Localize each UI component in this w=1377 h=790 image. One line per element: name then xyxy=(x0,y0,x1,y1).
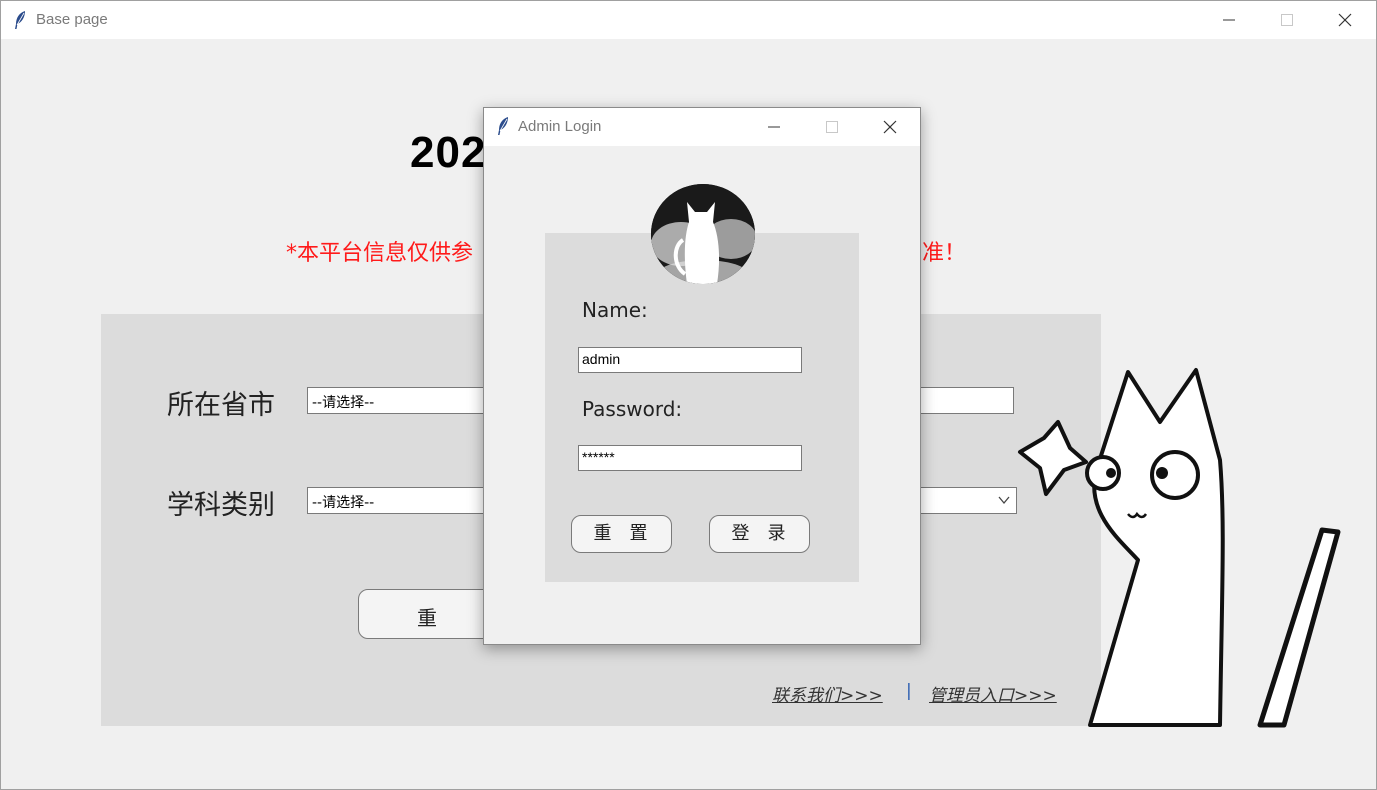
dialog-reset-button[interactable]: 重置 xyxy=(571,515,672,553)
close-icon xyxy=(1338,13,1352,27)
login-button[interactable]: 登录 xyxy=(709,515,810,553)
name-input[interactable]: admin xyxy=(578,347,802,373)
page-headline: 202 xyxy=(410,128,487,177)
notice-text: *本平台信息仅供参 xyxy=(286,241,474,266)
maximize-icon xyxy=(1281,14,1293,26)
close-icon xyxy=(883,120,897,134)
notice-text-tail: 准！ xyxy=(922,241,967,266)
feather-icon xyxy=(13,10,27,30)
link-separator: | xyxy=(906,681,912,701)
name-label: Name: xyxy=(582,298,648,322)
maximize-icon xyxy=(826,121,838,133)
dialog-titlebar: Admin Login xyxy=(484,108,920,146)
subject-select-right[interactable] xyxy=(920,487,1017,514)
dialog-minimize-button[interactable] xyxy=(745,108,803,146)
dialog-close-button[interactable] xyxy=(861,108,919,146)
province-select-right[interactable] xyxy=(920,387,1014,414)
province-select[interactable]: --请选择-- xyxy=(307,387,485,414)
avatar xyxy=(651,184,755,284)
contact-link[interactable]: 联系我们>>> xyxy=(772,681,883,706)
admin-login-dialog: Admin Login Name: admin Password: ******… xyxy=(483,107,921,645)
main-titlebar: Base page xyxy=(1,1,1376,39)
dialog-title: Admin Login xyxy=(518,118,602,135)
window-title: Base page xyxy=(36,11,108,28)
password-input[interactable]: ****** xyxy=(578,445,802,471)
minimize-button[interactable] xyxy=(1200,1,1258,39)
feather-icon xyxy=(496,116,510,140)
minimize-icon xyxy=(1223,19,1235,21)
password-label: Password: xyxy=(582,397,683,421)
maximize-button[interactable] xyxy=(1258,1,1316,39)
close-button[interactable] xyxy=(1316,1,1374,39)
cartoon-cat-image xyxy=(1018,368,1341,728)
province-label: 所在省市 xyxy=(167,390,275,421)
chevron-down-icon xyxy=(998,496,1010,505)
minimize-icon xyxy=(768,126,780,128)
subject-select[interactable]: --请选择-- xyxy=(307,487,485,514)
subject-label: 学科类别 xyxy=(167,490,275,521)
dialog-maximize-button[interactable] xyxy=(803,108,861,146)
